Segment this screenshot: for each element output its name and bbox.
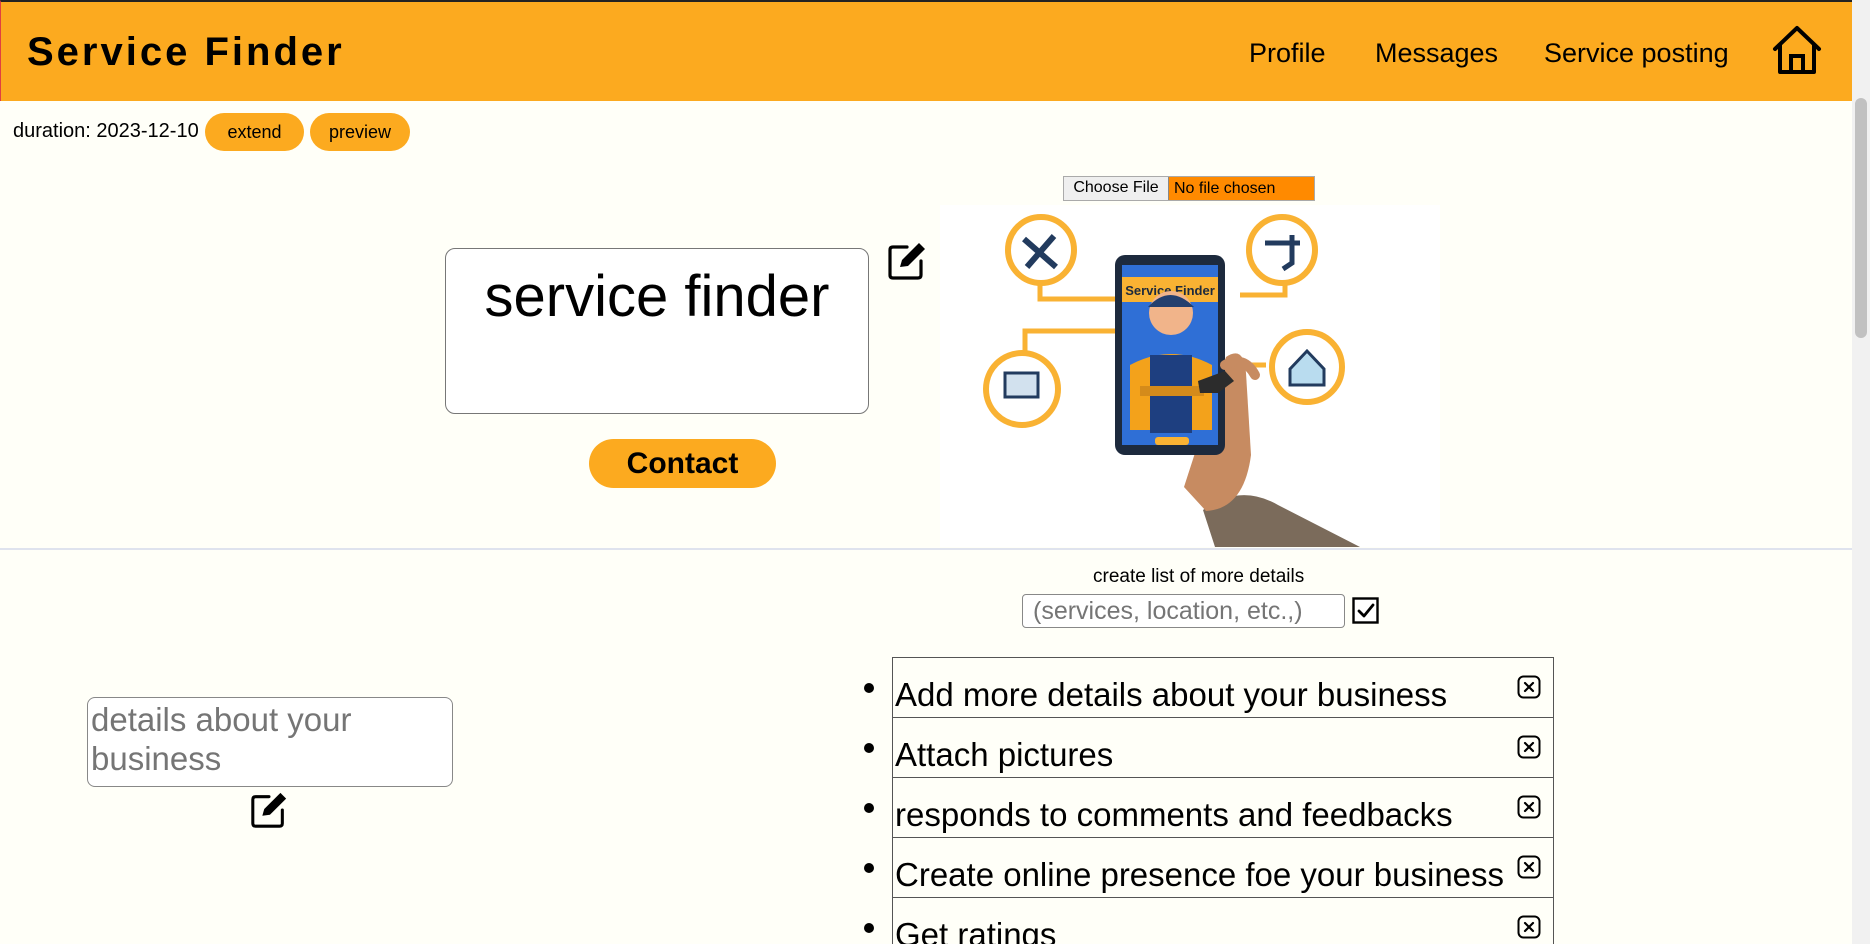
feature-list-item: Get ratings xyxy=(864,897,1554,944)
feature-row: responds to comments and feedbacks xyxy=(892,777,1554,837)
contact-button[interactable]: Contact xyxy=(589,439,776,488)
business-details-placeholder: details about your business xyxy=(91,701,352,777)
feature-text: Get ratings xyxy=(895,916,1057,944)
service-finder-illustration: Service Finder xyxy=(940,205,1440,547)
business-details-field[interactable]: details about your business xyxy=(87,697,453,787)
feature-row: Get ratings xyxy=(892,897,1554,944)
extend-button[interactable]: extend xyxy=(205,113,304,151)
list-caption: create list of more details xyxy=(1093,566,1305,587)
list-bullet xyxy=(864,803,874,813)
section-divider xyxy=(0,548,1852,550)
nav-service-posting[interactable]: Service posting xyxy=(1544,38,1729,69)
feature-list-item: Attach pictures xyxy=(864,717,1554,777)
feature-text: responds to comments and feedbacks xyxy=(895,796,1453,833)
feature-row: Create online presence foe your business xyxy=(892,837,1554,897)
feature-row: Attach pictures xyxy=(892,717,1554,777)
feature-text: Create online presence foe your business xyxy=(895,856,1505,893)
remove-icon[interactable] xyxy=(1517,855,1541,879)
preview-button[interactable]: preview xyxy=(310,113,410,151)
nav-messages[interactable]: Messages xyxy=(1375,38,1498,69)
checkbox-icon[interactable] xyxy=(1352,597,1379,624)
business-title-text: service finder xyxy=(484,264,830,329)
choose-file-button[interactable]: Choose File xyxy=(1064,177,1169,200)
page-scrollbar[interactable] xyxy=(1852,0,1870,944)
edit-details-icon[interactable] xyxy=(249,790,289,830)
business-title-field[interactable]: service finder xyxy=(445,248,869,414)
feature-row: Add more details about your business xyxy=(892,657,1554,717)
file-upload-input[interactable]: Choose File No file chosen xyxy=(1063,176,1315,201)
list-item-input[interactable]: (services, location, etc.,) xyxy=(1022,594,1345,628)
scrollbar-thumb[interactable] xyxy=(1855,98,1867,338)
feature-text: Attach pictures xyxy=(895,736,1114,773)
remove-icon[interactable] xyxy=(1517,675,1541,699)
list-bullet xyxy=(864,863,874,873)
nav-profile[interactable]: Profile xyxy=(1249,38,1326,69)
brand-title: Service Finder xyxy=(27,30,345,74)
file-status-text: No file chosen xyxy=(1174,180,1276,197)
edit-title-icon[interactable] xyxy=(886,240,928,282)
home-icon[interactable] xyxy=(1769,22,1825,78)
feature-list-item: responds to comments and feedbacks xyxy=(864,777,1554,837)
remove-icon[interactable] xyxy=(1517,735,1541,759)
list-bullet xyxy=(864,923,874,933)
feature-list-item: Add more details about your business xyxy=(864,657,1554,717)
feature-text: Add more details about your business xyxy=(895,676,1448,713)
remove-icon[interactable] xyxy=(1517,915,1541,939)
list-bullet xyxy=(864,743,874,753)
duration-text: duration: 2023-12-10 xyxy=(13,120,199,142)
feature-list: Add more details about your business Att… xyxy=(864,657,1554,944)
app-header: Service Finder Profile Messages Service … xyxy=(0,0,1852,101)
remove-icon[interactable] xyxy=(1517,795,1541,819)
feature-list-item: Create online presence foe your business xyxy=(864,837,1554,897)
list-bullet xyxy=(864,683,874,693)
